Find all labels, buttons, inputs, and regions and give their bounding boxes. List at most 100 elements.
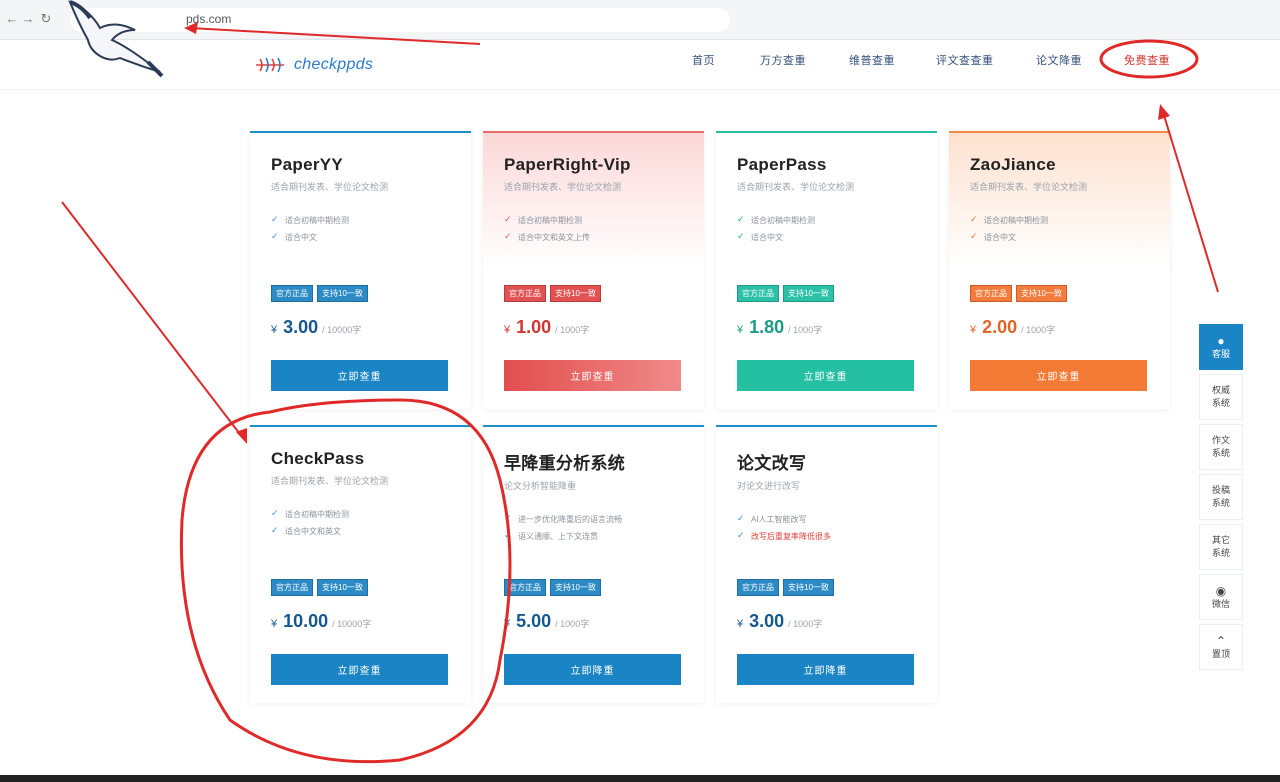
nav-pingwen[interactable]: 评文查查重 [936,52,994,68]
brand-logo[interactable]: checkppds [254,50,373,80]
back-to-top-icon: ⌃ [1215,633,1227,648]
check-now-button[interactable]: 立即查重 [271,654,448,685]
official-badge: 官方正品 [271,285,313,302]
currency-symbol: ¥ [271,618,278,630]
nav-wanfang[interactable]: 万方查重 [760,52,806,68]
check-now-button[interactable]: 立即查重 [504,360,681,391]
card-subtitle: 适合期刊发表、学位论文检测 [504,182,622,192]
side-label: 投稿系统 [1211,485,1230,508]
official-badge: 官方正品 [737,285,779,302]
official-badge: 官方正品 [970,285,1012,302]
card-price: ¥ 3.00 / 10000字 [271,317,361,338]
card-feature: 适合中文 [970,231,1150,243]
side-label: 客服 [1211,348,1230,359]
card-title: 早降重分析系统 [504,454,626,473]
check-now-button[interactable]: 立即查重 [271,360,448,391]
official-badge: 官方正品 [504,285,546,302]
essay-system-button[interactable]: 作文系统 [1199,424,1243,470]
side-label: 置顶 [1211,648,1230,659]
card-subtitle: 对论文进行改写 [737,481,801,491]
price-unit: / 1000字 [555,325,590,335]
card-subtitle: 适合期刊发表、学位论文检测 [970,182,1088,192]
card-subtitle: 适合期刊发表、学位论文检测 [737,182,855,192]
check-now-button[interactable]: 立即查重 [737,360,914,391]
price-unit: / 10000字 [322,325,362,335]
site-header: checkppds 首页 万方查重 维普查重 评文查查重 论文降重 免费查重 [0,40,1280,90]
check-now-button[interactable]: 立即查重 [970,360,1147,391]
price-amount: 3.00 [283,317,319,337]
submission-system-button[interactable]: 投稿系统 [1199,474,1243,520]
authority-system-button[interactable]: 权威系统 [1199,374,1243,420]
price-amount: 1.00 [516,317,552,337]
nav-weipu[interactable]: 维普查重 [849,52,895,68]
official-badge: 官方正品 [271,579,313,596]
forward-arrow-icon[interactable]: → [20,11,36,26]
card-feature: 适合中文和英文上传 [504,231,684,243]
product-card-rewrite: 论文改写 对论文进行改写 AI人工智能改写 改写后重复率降低很多 官方正品 支持… [716,425,937,703]
card-feature: 适合初稿中期检测 [737,214,917,226]
card-price: ¥ 10.00 / 10000字 [271,611,371,632]
product-card-zaojiance: ZaoJiance 适合期刊发表、学位论文检测 适合初稿中期检测 适合中文 官方… [949,131,1170,409]
match-badge: 支持10一致 [783,285,834,302]
arrow-head-icon [236,428,247,444]
card-feature: 改写后重复率降低很多 [737,530,917,542]
official-badge: 官方正品 [737,579,779,596]
wechat-icon: ◉ [1215,583,1227,598]
nav-home[interactable]: 首页 [692,52,715,68]
price-amount: 1.80 [749,317,785,337]
price-unit: / 10000字 [332,619,372,629]
currency-symbol: ¥ [737,618,744,630]
currency-symbol: ¥ [504,618,511,630]
card-feature: 适合中文和英文 [271,525,451,537]
reduce-now-button[interactable]: 立即降重 [504,654,681,685]
card-feature: 适合初稿中期检测 [271,508,451,520]
browser-toolbar: ← → ↻ pds.com [0,0,1280,40]
card-feature: 适合初稿中期检测 [504,214,684,226]
match-badge: 支持10一致 [317,285,368,302]
card-price: ¥ 2.00 / 1000字 [970,317,1055,338]
reduce-now-button[interactable]: 立即降重 [737,654,914,685]
side-label: 微信 [1211,598,1230,609]
product-card-paperyy: PaperYY 适合期刊发表、学位论文检测 适合初稿中期检测 适合中文 官方正品… [250,131,471,409]
product-card-checkpass: CheckPass 适合期刊发表、学位论文检测 适合初稿中期检测 适合中文和英文… [250,425,471,703]
card-subtitle: 论文分析智能降重 [504,481,577,491]
currency-symbol: ¥ [737,324,744,336]
reload-icon[interactable]: ↻ [38,11,54,27]
official-badge: 官方正品 [504,579,546,596]
side-label: 作文系统 [1211,435,1230,458]
logo-mark-icon [256,57,284,73]
seagull-icon [68,0,164,78]
card-title: 论文改写 [737,454,807,473]
card-price: ¥ 1.00 / 1000字 [504,317,589,338]
card-title: CheckPass [271,449,365,468]
match-badge: 支持10一致 [783,579,834,596]
side-label: 权威系统 [1211,385,1230,408]
card-subtitle: 适合期刊发表、学位论文检测 [271,182,389,192]
floating-sidebar: ● 客服 权威系统 作文系统 投稿系统 其它系统 ◉ 微信 ⌃ 置顶 [1199,324,1243,674]
customer-service-button[interactable]: ● 客服 [1199,324,1243,370]
match-badge: 支持10一致 [550,579,601,596]
card-feature: 适合中文 [737,231,917,243]
card-price: ¥ 3.00 / 1000字 [737,611,822,632]
wechat-button[interactable]: ◉ 微信 [1199,574,1243,620]
nav-reduce[interactable]: 论文降重 [1036,52,1082,68]
card-title: PaperPass [737,155,827,174]
card-title: ZaoJiance [970,155,1056,174]
price-amount: 5.00 [516,611,552,631]
back-arrow-icon[interactable]: ← [4,11,20,26]
nav-free-check[interactable]: 免费查重 [1124,52,1170,68]
currency-symbol: ¥ [970,324,977,336]
product-card-paperpass: PaperPass 适合期刊发表、学位论文检测 适合初稿中期检测 适合中文 官方… [716,131,937,409]
card-price: ¥ 1.80 / 1000字 [737,317,822,338]
back-to-top-button[interactable]: ⌃ 置顶 [1199,624,1243,670]
other-system-button[interactable]: 其它系统 [1199,524,1243,570]
currency-symbol: ¥ [504,324,511,336]
card-feature: 进一步优化降重后的语言流畅 [504,513,684,525]
side-label: 其它系统 [1211,535,1230,558]
product-card-paperright-vip: PaperRight-Vip 适合期刊发表、学位论文检测 适合初稿中期检测 适合… [483,131,704,409]
match-badge: 支持10一致 [1016,285,1067,302]
card-subtitle: 适合期刊发表、学位论文检测 [271,476,389,486]
address-text: pds.com [186,12,232,26]
price-unit: / 1000字 [788,619,823,629]
card-feature: 适合初稿中期检测 [271,214,451,226]
